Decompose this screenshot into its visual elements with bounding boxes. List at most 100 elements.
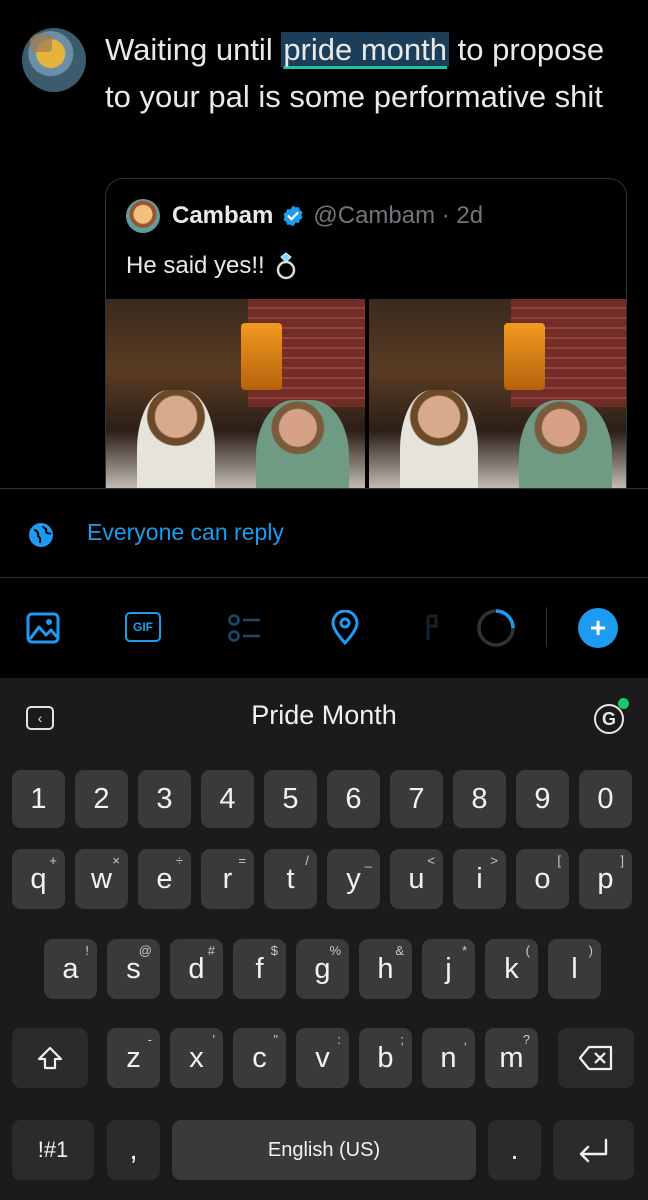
key-z[interactable]: -z	[107, 1028, 160, 1088]
compose-area: Waiting until pride month to propose to …	[0, 0, 648, 488]
key-e[interactable]: ÷ e	[138, 849, 191, 909]
key-u[interactable]: < u	[390, 849, 443, 909]
key-d-alt: #	[207, 943, 215, 958]
key-c-alt: "	[273, 1032, 278, 1047]
key-w[interactable]: × w	[75, 849, 128, 909]
compose-text-input[interactable]: Waiting until pride month to propose to …	[105, 26, 625, 120]
key-q[interactable]: + q	[12, 849, 65, 909]
key-e-label: e	[156, 862, 173, 895]
key-k[interactable]: (k	[485, 939, 538, 999]
key-a-label: a	[62, 952, 79, 985]
character-counter-icon	[477, 609, 515, 647]
gif-button[interactable]: GIF	[125, 612, 161, 642]
photo-2[interactable]	[369, 299, 626, 488]
key-r-alt: =	[238, 853, 246, 868]
poll-icon[interactable]	[226, 610, 262, 646]
key-m-alt: ?	[522, 1032, 530, 1047]
key-q-alt: +	[49, 853, 57, 868]
key-h[interactable]: & h	[359, 939, 412, 999]
reply-setting-label[interactable]: Everyone can reply	[87, 519, 284, 546]
key-o-label: o	[534, 862, 551, 895]
key-t-label: t	[286, 862, 295, 895]
key-6[interactable]: 6	[327, 770, 380, 828]
schedule-icon[interactable]	[424, 610, 440, 646]
key-0-label: 0	[597, 782, 614, 815]
key-4[interactable]: 4	[201, 770, 254, 828]
compose-toolbar	[0, 580, 648, 678]
period-key[interactable]: .	[488, 1120, 541, 1180]
grammarly-icon[interactable]: G	[594, 704, 624, 734]
key-1-label: 1	[30, 782, 47, 815]
photo-2-person-right	[519, 399, 613, 488]
photo-2-person-left	[400, 390, 478, 488]
add-thread-button[interactable]: +	[578, 608, 618, 648]
shift-icon	[37, 1046, 63, 1070]
key-g-label: g	[314, 952, 331, 985]
enter-key[interactable]	[553, 1120, 634, 1180]
key-y[interactable]: _ y	[327, 849, 380, 909]
key-4-label: 4	[219, 782, 236, 815]
key-c-label: c	[252, 1041, 267, 1074]
key-v-alt: :	[337, 1032, 341, 1047]
key-n[interactable]: ,n	[422, 1028, 475, 1088]
key-d[interactable]: # d	[170, 939, 223, 999]
key-8-label: 8	[471, 782, 488, 815]
key-l-alt: )	[588, 943, 593, 958]
backspace-key[interactable]	[558, 1028, 634, 1088]
comma-key[interactable]: ,	[107, 1120, 160, 1180]
key-g[interactable]: % g	[296, 939, 349, 999]
suggestion-word[interactable]: Pride Month	[0, 700, 648, 731]
image-icon[interactable]	[25, 610, 61, 646]
quoted-author-handle: @Cambam · 2d	[313, 202, 484, 229]
key-u-alt: <	[427, 853, 435, 868]
key-h-alt: &	[395, 943, 404, 958]
photo-1[interactable]	[106, 299, 365, 488]
key-u-label: u	[408, 862, 425, 895]
key-x[interactable]: ' x	[170, 1028, 223, 1088]
symbols-key[interactable]: !#1	[12, 1120, 94, 1180]
key-x-label: x	[189, 1041, 204, 1074]
key-7[interactable]: 7	[390, 770, 443, 828]
key-b[interactable]: ; b	[359, 1028, 412, 1088]
toolbar-divider	[546, 607, 547, 647]
key-r[interactable]: = r	[201, 849, 254, 909]
photo-1-person-right	[256, 399, 350, 488]
key-0[interactable]: 0	[579, 770, 632, 828]
key-i[interactable]: > i	[453, 849, 506, 909]
user-avatar[interactable]	[22, 28, 86, 92]
key-6-label: 6	[345, 782, 362, 815]
photo-2-lamp	[503, 323, 546, 391]
key-r-label: r	[222, 862, 233, 895]
key-t-alt: /	[305, 853, 309, 868]
location-icon[interactable]	[327, 610, 363, 646]
key-5[interactable]: 5	[264, 770, 317, 828]
key-9[interactable]: 9	[516, 770, 569, 828]
key-t[interactable]: / t	[264, 849, 317, 909]
key-2-label: 2	[93, 782, 110, 815]
selected-text[interactable]: pride month	[281, 32, 450, 67]
shift-key[interactable]	[12, 1028, 88, 1088]
quoted-author-name: Cambam	[172, 202, 274, 229]
key-1[interactable]: 1	[12, 770, 65, 828]
key-2[interactable]: 2	[75, 770, 128, 828]
key-d-label: d	[188, 952, 205, 985]
key-s-alt: @	[138, 943, 152, 958]
key-p[interactable]: ] p	[579, 849, 632, 909]
key-o-alt: [	[557, 853, 561, 868]
key-v[interactable]: :v	[296, 1028, 349, 1088]
quoted-tweet[interactable]: Cambam @Cambam · 2d He said yes!!	[105, 178, 627, 488]
key-m[interactable]: ? m	[485, 1028, 538, 1088]
key-f[interactable]: $ f	[233, 939, 286, 999]
key-a-alt: !	[85, 943, 89, 958]
key-s[interactable]: @ s	[107, 939, 160, 999]
key-a[interactable]: ! a	[44, 939, 97, 999]
key-8[interactable]: 8	[453, 770, 506, 828]
key-c[interactable]: " c	[233, 1028, 286, 1088]
space-key[interactable]: English (US)	[172, 1120, 476, 1180]
key-l[interactable]: ) l	[548, 939, 601, 999]
key-j[interactable]: * j	[422, 939, 475, 999]
key-o[interactable]: [o	[516, 849, 569, 909]
key-n-alt: ,	[463, 1032, 467, 1047]
key-7-label: 7	[408, 782, 425, 815]
key-3[interactable]: 3	[138, 770, 191, 828]
